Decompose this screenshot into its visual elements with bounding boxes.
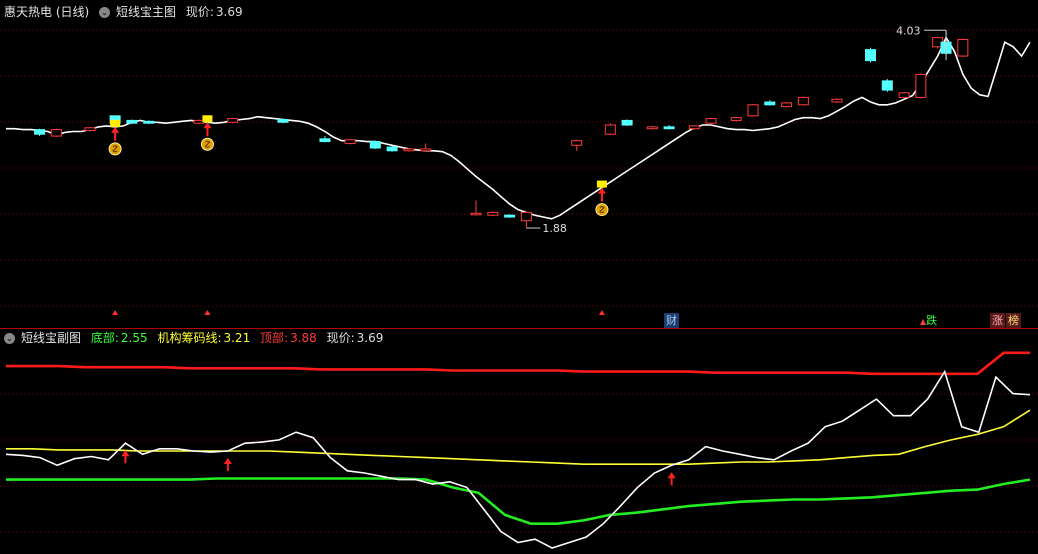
candle-body xyxy=(781,102,793,108)
candle-body xyxy=(957,38,969,57)
high-label: 4.03 xyxy=(896,24,921,37)
candle-body xyxy=(470,212,482,216)
candle-body xyxy=(369,141,381,149)
price-line xyxy=(6,35,1031,220)
candle-body xyxy=(34,129,46,135)
badge-die-label: 跌 xyxy=(926,314,938,327)
main-chart: 4.03 1.88 xyxy=(0,24,1038,329)
candle-body xyxy=(386,146,398,152)
signal-arrow-head xyxy=(111,126,120,133)
candle-body xyxy=(504,214,516,218)
candle-body xyxy=(571,140,583,146)
candle-body xyxy=(143,120,155,124)
badge-cai[interactable]: 财 xyxy=(664,313,679,328)
candle-body xyxy=(520,211,532,222)
candle-body xyxy=(227,118,239,123)
candle-body xyxy=(688,125,700,130)
badge-bang[interactable]: 榜 xyxy=(1006,313,1021,328)
candle-body xyxy=(344,139,356,144)
top-line xyxy=(6,351,1030,376)
candle-body xyxy=(663,126,675,130)
candle-body xyxy=(621,119,633,126)
signal-box xyxy=(110,119,121,127)
candle-body xyxy=(764,101,776,106)
bottom-signal-mark xyxy=(204,310,211,315)
signal-box xyxy=(596,180,607,188)
candle-body xyxy=(747,104,759,117)
candle-body xyxy=(705,118,717,124)
signal-arrow-head xyxy=(667,472,676,479)
candle-body xyxy=(84,127,96,132)
badge-die[interactable]: ▲跌 xyxy=(918,313,939,328)
candle-body xyxy=(831,98,843,103)
candle-body xyxy=(604,124,616,135)
low-label: 1.88 xyxy=(542,222,567,235)
sub-price-line xyxy=(5,369,1031,549)
bottom-line xyxy=(6,477,1031,525)
candle-body xyxy=(319,138,331,143)
candle-body xyxy=(915,73,927,98)
candle-body xyxy=(898,92,910,98)
bottom-signal-mark xyxy=(112,310,119,315)
signal-arrow-head xyxy=(223,457,232,464)
candle-body xyxy=(881,80,893,91)
inst-chip-line xyxy=(6,409,1031,465)
badge-zhang[interactable]: 涨 xyxy=(990,313,1005,328)
sub-chart xyxy=(0,351,1038,549)
signal-box xyxy=(202,115,213,123)
candle-body xyxy=(487,211,499,216)
candle-body xyxy=(797,96,809,106)
bottom-signal-mark xyxy=(598,310,605,315)
candle-body xyxy=(403,148,415,152)
candle-body xyxy=(126,119,138,124)
candle-body xyxy=(420,148,432,152)
candle-body xyxy=(277,119,289,123)
candle-body xyxy=(646,126,658,130)
candle-body xyxy=(865,49,877,62)
candle-body xyxy=(50,129,62,137)
candle-body xyxy=(730,117,742,121)
